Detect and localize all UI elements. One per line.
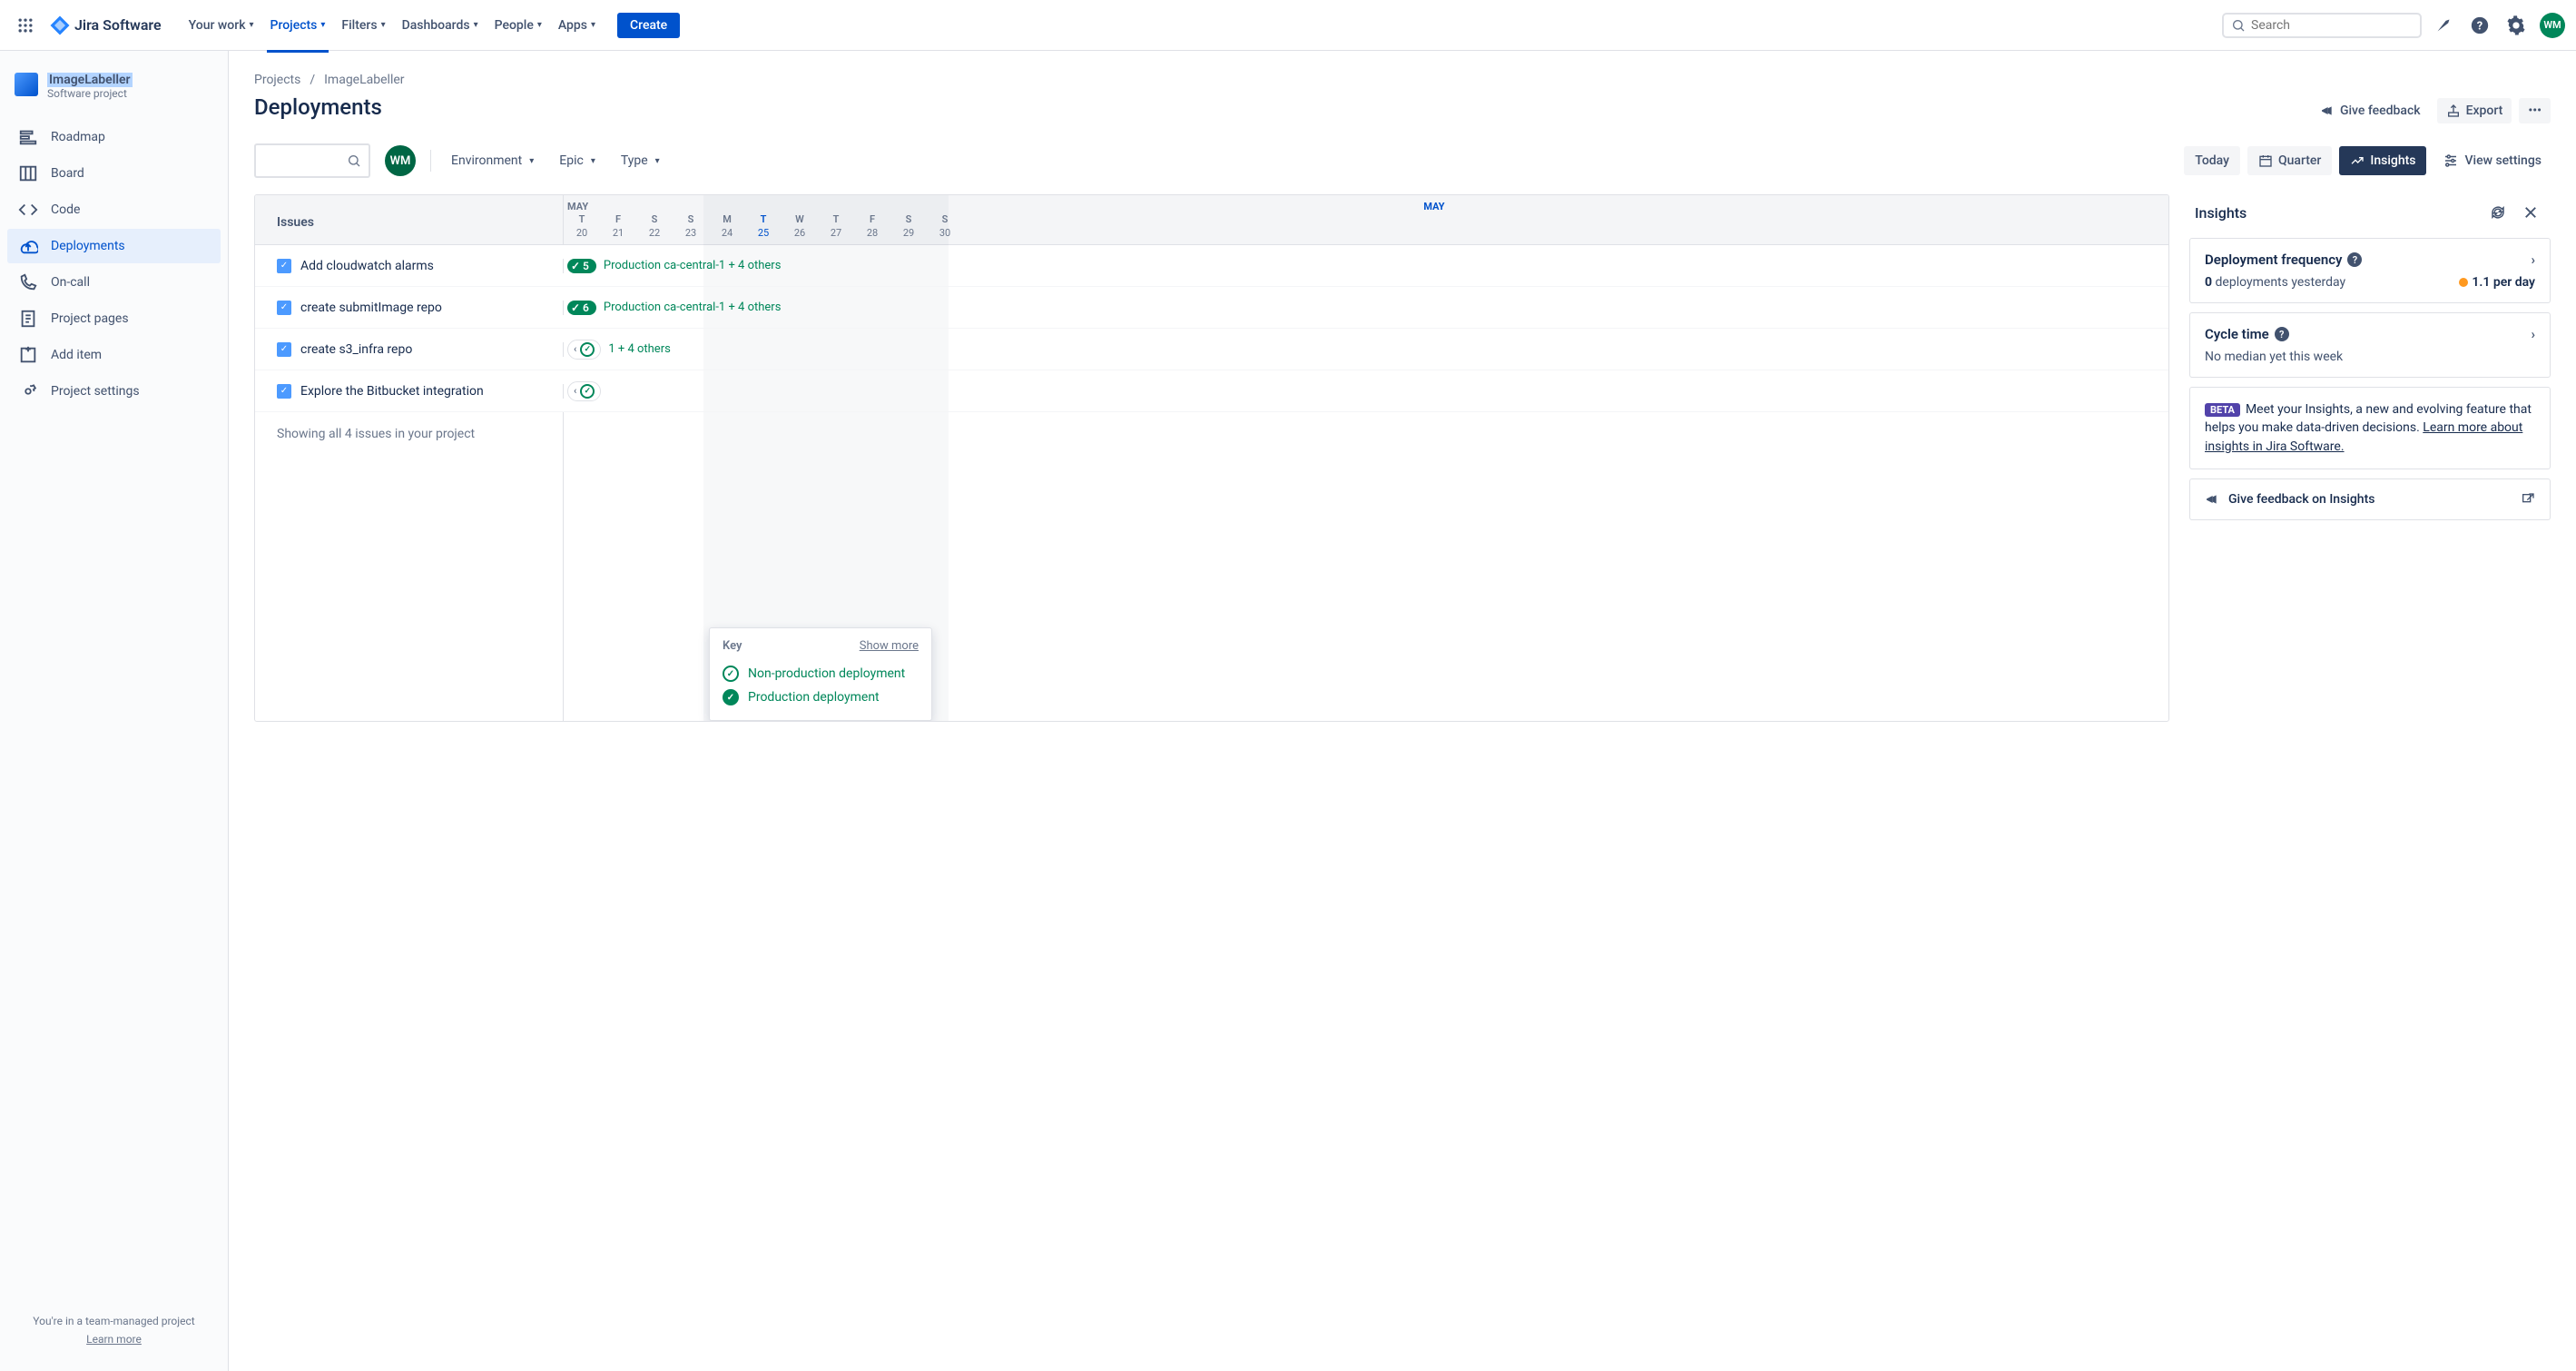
- filter-environment[interactable]: Environment▾: [446, 150, 539, 172]
- issue-title: create s3_infra repo: [300, 342, 412, 357]
- megaphone-icon: [2205, 492, 2219, 507]
- timeline-row[interactable]: ✓Explore the Bitbucket integration‹✓: [255, 370, 2168, 412]
- key-nonprod: ✓Non-production deployment: [723, 662, 919, 686]
- today-button[interactable]: Today: [2184, 146, 2240, 175]
- external-link-icon: [2521, 492, 2535, 507]
- sidebar-item-board[interactable]: Board: [7, 156, 221, 191]
- help-icon[interactable]: ?: [2275, 327, 2289, 341]
- sidebar-item-code[interactable]: Code: [7, 192, 221, 227]
- search-input[interactable]: [2251, 18, 2413, 33]
- settings-icon[interactable]: [2502, 11, 2531, 40]
- nav-items: Your work▾ Projects▾ Filters▾ Dashboards…: [182, 11, 603, 40]
- nav-your-work[interactable]: Your work▾: [182, 11, 261, 40]
- filter-epic[interactable]: Epic▾: [554, 150, 601, 172]
- filter-assignee[interactable]: WM: [385, 145, 416, 176]
- breadcrumb-projects[interactable]: Projects: [254, 73, 300, 87]
- give-feedback-button[interactable]: Give feedback: [2311, 98, 2430, 123]
- jira-logo[interactable]: Jira Software: [44, 15, 167, 36]
- filter-search[interactable]: [254, 143, 370, 178]
- page-title: Deployments: [254, 94, 2551, 120]
- day-column: S23: [673, 213, 709, 244]
- sidebar-item-roadmap[interactable]: Roadmap: [7, 120, 221, 154]
- svg-text:?: ?: [2477, 19, 2483, 33]
- view-settings-button[interactable]: View settings: [2433, 147, 2551, 174]
- day-column: T25: [745, 213, 782, 244]
- issue-title: Add cloudwatch alarms: [300, 259, 434, 273]
- notifications-icon[interactable]: [2429, 11, 2458, 40]
- day-column: S30: [927, 213, 963, 244]
- issues-footer-text: Showing all 4 issues in your project: [255, 412, 564, 721]
- nav-apps[interactable]: Apps▾: [551, 11, 603, 40]
- timeline-row[interactable]: ✓create submitImage repo✓ 6Production ca…: [255, 287, 2168, 329]
- key-prod: ✓Production deployment: [723, 686, 919, 709]
- day-column: T20: [564, 213, 600, 244]
- nav-people[interactable]: People▾: [487, 11, 549, 40]
- breadcrumbs: Projects / ImageLabeller: [254, 73, 2551, 87]
- export-icon: [2446, 104, 2461, 118]
- create-button[interactable]: Create: [617, 13, 680, 38]
- day-column: W26: [782, 213, 818, 244]
- project-name: ImageLabeller: [47, 73, 133, 87]
- nav-filters[interactable]: Filters▾: [334, 11, 392, 40]
- calendar-icon: [2258, 153, 2273, 168]
- timeline-row[interactable]: ✓create s3_infra repo‹✓1 + 4 others: [255, 329, 2168, 370]
- issue-title: Explore the Bitbucket integration: [300, 384, 484, 399]
- sliders-icon: [2443, 153, 2459, 169]
- export-button[interactable]: Export: [2437, 98, 2512, 123]
- app-switcher-icon[interactable]: [11, 11, 40, 40]
- insights-title: Insights: [2195, 204, 2480, 222]
- megaphone-icon: [2320, 104, 2335, 118]
- day-column: M24: [709, 213, 745, 244]
- filters-row: WM Environment▾ Epic▾ Type▾ Today Quarte…: [254, 143, 2551, 178]
- chart-icon: [2350, 153, 2365, 168]
- quarter-button[interactable]: Quarter: [2247, 146, 2332, 175]
- sidebar-item-pages[interactable]: Project pages: [7, 301, 221, 336]
- project-icon: [15, 73, 38, 96]
- key-show-more[interactable]: Show more: [860, 639, 919, 653]
- main-content: Projects / ImageLabeller Deployments Giv…: [229, 51, 2576, 1371]
- day-column: F21: [600, 213, 636, 244]
- insights-button[interactable]: Insights: [2339, 146, 2426, 175]
- timeline-row[interactable]: ✓Add cloudwatch alarms✓ 5Production ca-c…: [255, 245, 2168, 287]
- breadcrumb-project[interactable]: ImageLabeller: [324, 73, 404, 87]
- sidebar-item-oncall[interactable]: On-call: [7, 265, 221, 300]
- sidebar-item-deployments[interactable]: Deployments: [7, 229, 221, 263]
- nav-projects[interactable]: Projects▾: [263, 11, 333, 40]
- deployment-frequency-card[interactable]: Deployment frequency?› 0 deployments yes…: [2189, 238, 2551, 303]
- insights-refresh-icon[interactable]: [2483, 198, 2512, 227]
- logo-text: Jira Software: [74, 16, 162, 34]
- user-avatar[interactable]: WM: [2540, 13, 2565, 38]
- insights-close-icon[interactable]: [2516, 198, 2545, 227]
- top-nav: Jira Software Your work▾ Projects▾ Filte…: [0, 0, 2576, 51]
- insights-intro-card: BETAMeet your Insights, a new and evolvi…: [2189, 387, 2551, 469]
- sidebar-footer: You're in a team-managed project Learn m…: [7, 1307, 221, 1353]
- project-header[interactable]: ImageLabeller Software project: [7, 69, 221, 114]
- cycle-time-card[interactable]: Cycle time?› No median yet this week: [2189, 312, 2551, 378]
- issue-title: create submitImage repo: [300, 301, 442, 315]
- day-column: F28: [854, 213, 890, 244]
- day-column: T27: [818, 213, 854, 244]
- search-icon: [2231, 18, 2246, 33]
- insights-feedback-card[interactable]: Give feedback on Insights: [2189, 478, 2551, 520]
- sidebar: ImageLabeller Software project Roadmap B…: [0, 51, 229, 1371]
- search-icon: [347, 153, 361, 168]
- more-actions-button[interactable]: •••: [2519, 98, 2551, 123]
- sidebar-item-settings[interactable]: Project settings: [7, 374, 221, 409]
- day-column: S29: [890, 213, 927, 244]
- sidebar-item-add[interactable]: Add item: [7, 338, 221, 372]
- help-icon[interactable]: ?: [2347, 252, 2362, 267]
- deployments-timeline: Issues MAYMAY T20F21S22S23M24T25W26T27F2…: [254, 194, 2169, 722]
- day-column: S22: [636, 213, 673, 244]
- sidebar-learn-more[interactable]: Learn more: [15, 1333, 213, 1346]
- filter-type[interactable]: Type▾: [615, 150, 665, 172]
- help-icon[interactable]: ?: [2465, 11, 2494, 40]
- key-legend-popup: KeyShow more ✓Non-production deployment …: [709, 627, 932, 721]
- global-search[interactable]: [2222, 13, 2422, 38]
- insights-panel: Insights Deployment frequency?› 0 deploy…: [2189, 194, 2551, 529]
- project-type: Software project: [47, 87, 133, 100]
- issues-column-header: Issues: [255, 195, 563, 241]
- nav-dashboards[interactable]: Dashboards▾: [395, 11, 486, 40]
